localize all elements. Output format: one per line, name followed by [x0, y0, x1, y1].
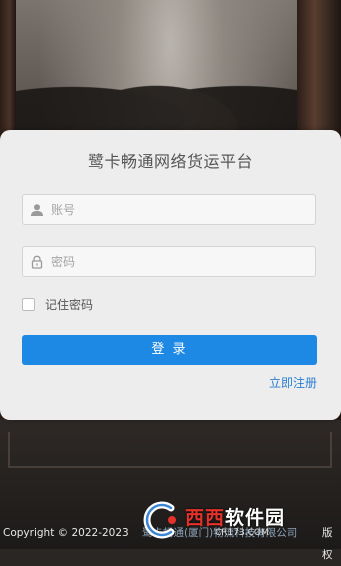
password-input[interactable] — [51, 247, 309, 276]
watermark-brand: 西西软件园 — [185, 506, 286, 529]
user-icon — [30, 202, 44, 216]
account-field[interactable] — [22, 194, 316, 225]
login-button[interactable]: 登 录 — [22, 335, 317, 365]
platform-title: 鹭卡畅通网络货运平台 — [87, 152, 253, 171]
remember-label: 记住密码 — [45, 297, 94, 312]
password-field[interactable] — [22, 246, 316, 277]
login-card: 鹭卡畅通网络货运平台 记住密码 登 录 立即注册 — [0, 130, 341, 420]
watermark: 西西软件园 CR173.COM — [141, 499, 321, 541]
register-link[interactable]: 立即注册 — [269, 374, 317, 391]
watermark-logo-icon — [141, 500, 181, 540]
window-sill — [8, 432, 332, 468]
background-trees — [16, 55, 297, 135]
account-input[interactable] — [51, 195, 309, 224]
rights-text: 版权 — [322, 527, 333, 561]
remember-password[interactable]: 记住密码 — [22, 296, 93, 312]
watermark-url: CR173.COM — [215, 527, 269, 538]
copyright-text: Copyright © 2022-2023 — [3, 527, 129, 539]
remember-checkbox[interactable] — [22, 297, 35, 311]
lock-icon — [30, 254, 44, 269]
watermark-text: 西西软件园 CR173.COM — [185, 503, 285, 538]
